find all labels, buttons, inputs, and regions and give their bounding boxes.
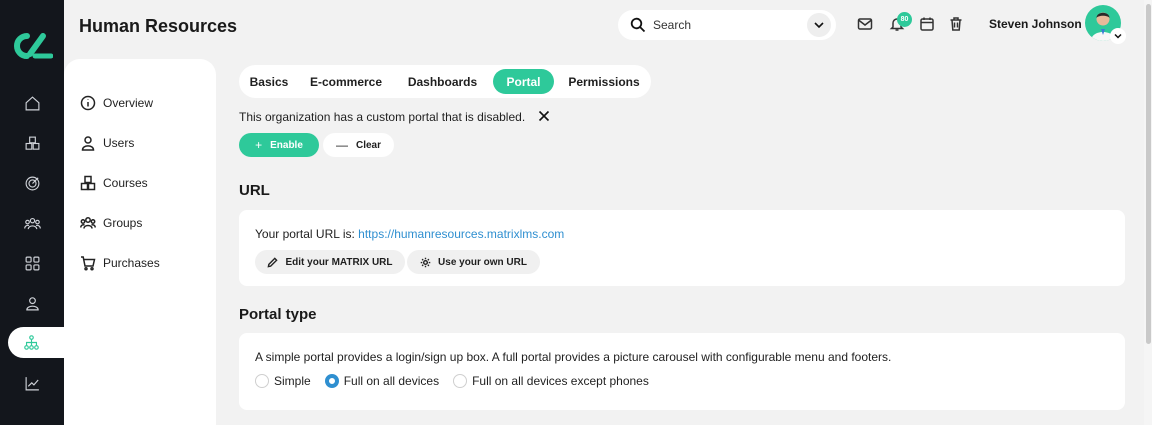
portal-status-text: This organization has a custom portal th… <box>239 110 526 124</box>
team-icon[interactable] <box>20 211 44 235</box>
radio-label: Simple <box>274 374 311 388</box>
sidebar-item-label: Purchases <box>103 256 160 270</box>
url-heading: URL <box>239 182 270 199</box>
rail-item-org-chart[interactable] <box>8 327 68 358</box>
settings-tabs: Basics E-commerce Dashboards Portal Perm… <box>239 65 651 98</box>
tab-permissions[interactable]: Permissions <box>560 69 648 94</box>
minus-icon: — <box>335 138 348 152</box>
portal-type-card: A simple portal provides a login/sign up… <box>239 333 1125 410</box>
close-icon[interactable] <box>538 110 550 122</box>
radio-label: Full on all devices <box>343 374 440 388</box>
search-input[interactable]: Search <box>653 18 691 32</box>
chevron-down-icon <box>814 22 824 29</box>
radio-button-selected[interactable] <box>324 374 339 388</box>
sidebar-item-courses[interactable]: Courses <box>80 173 148 193</box>
portal-url-link[interactable]: https://humanresources.matrixlms.com <box>358 227 564 241</box>
sidebar-item-label: Users <box>103 136 135 150</box>
notification-badge: 80 <box>897 12 912 27</box>
radio-button[interactable] <box>453 374 468 388</box>
sidebar-item-label: Overview <box>103 96 154 110</box>
main-rail <box>0 0 68 425</box>
pencil-icon <box>267 256 279 268</box>
tab-e-commerce[interactable]: E-commerce <box>301 69 391 94</box>
chart-icon[interactable] <box>20 371 44 395</box>
portal-url-prefix: Your portal URL is: <box>255 227 359 241</box>
radio-full-all-devices[interactable]: Full on all devices <box>324 374 440 388</box>
clear-button[interactable]: — Clear <box>323 133 394 157</box>
scrollbar-thumb[interactable] <box>1146 4 1151 344</box>
search-dropdown-button[interactable] <box>807 13 831 37</box>
tab-portal[interactable]: Portal <box>493 69 554 94</box>
home-icon[interactable] <box>20 91 44 115</box>
calendar-icon[interactable] <box>919 16 937 34</box>
search-icon <box>630 17 646 33</box>
grid-icon[interactable] <box>20 251 44 275</box>
radio-button[interactable] <box>255 374 269 388</box>
app-logo[interactable] <box>11 30 53 62</box>
sidebar-item-groups[interactable]: Groups <box>80 213 142 233</box>
sidebar-item-users[interactable]: Users <box>80 133 134 153</box>
url-card: Your portal URL is: https://humanresourc… <box>239 210 1125 286</box>
trash-icon[interactable] <box>948 16 966 34</box>
tab-dashboards[interactable]: Dashboards <box>398 69 487 94</box>
use-own-url-label: Use your own URL <box>438 256 527 268</box>
cubes-icon <box>80 175 96 191</box>
cubes-icon[interactable] <box>20 131 44 155</box>
user-name[interactable]: Steven Johnson <box>989 17 1082 31</box>
info-icon <box>80 95 96 111</box>
portal-type-description: A simple portal provides a login/sign up… <box>255 350 892 364</box>
tab-basics[interactable]: Basics <box>243 69 295 94</box>
enable-button[interactable]: + Enable <box>239 133 319 157</box>
chevron-down-icon <box>1114 33 1122 39</box>
enable-button-label: Enable <box>270 139 303 151</box>
cart-icon <box>81 256 96 271</box>
radio-simple[interactable]: Simple <box>255 374 311 388</box>
user-icon[interactable] <box>20 291 44 315</box>
search-bar[interactable]: Search <box>618 10 836 40</box>
sidebar-item-label: Groups <box>103 216 143 230</box>
org-sidebar: Overview Users Courses Groups Purchases <box>64 59 216 425</box>
page-title: Human Resources <box>79 16 238 36</box>
user-icon <box>81 136 95 151</box>
mail-icon[interactable] <box>857 16 875 34</box>
clear-button-label: Clear <box>355 139 381 151</box>
target-icon[interactable] <box>20 171 44 195</box>
use-own-url-button[interactable]: Use your own URL <box>407 250 540 274</box>
sidebar-item-purchases[interactable]: Purchases <box>80 253 160 273</box>
radio-label: Full on all devices except phones <box>472 374 649 388</box>
sidebar-item-label: Courses <box>103 176 148 190</box>
portal-type-heading: Portal type <box>239 306 317 323</box>
gear-icon <box>420 257 431 267</box>
org-chart-icon <box>24 335 39 350</box>
sidebar-item-overview[interactable]: Overview <box>80 93 153 113</box>
portal-type-options: Simple Full on all devices Full on all d… <box>255 374 663 388</box>
group-icon <box>80 217 96 229</box>
edit-url-label: Edit your MATRIX URL <box>285 256 393 268</box>
portal-url-line: Your portal URL is: https://humanresourc… <box>255 227 564 241</box>
radio-full-except-phones[interactable]: Full on all devices except phones <box>453 374 649 388</box>
user-menu-button[interactable] <box>1110 28 1126 44</box>
edit-url-button[interactable]: Edit your MATRIX URL <box>255 250 405 274</box>
plus-icon: + <box>255 138 263 152</box>
